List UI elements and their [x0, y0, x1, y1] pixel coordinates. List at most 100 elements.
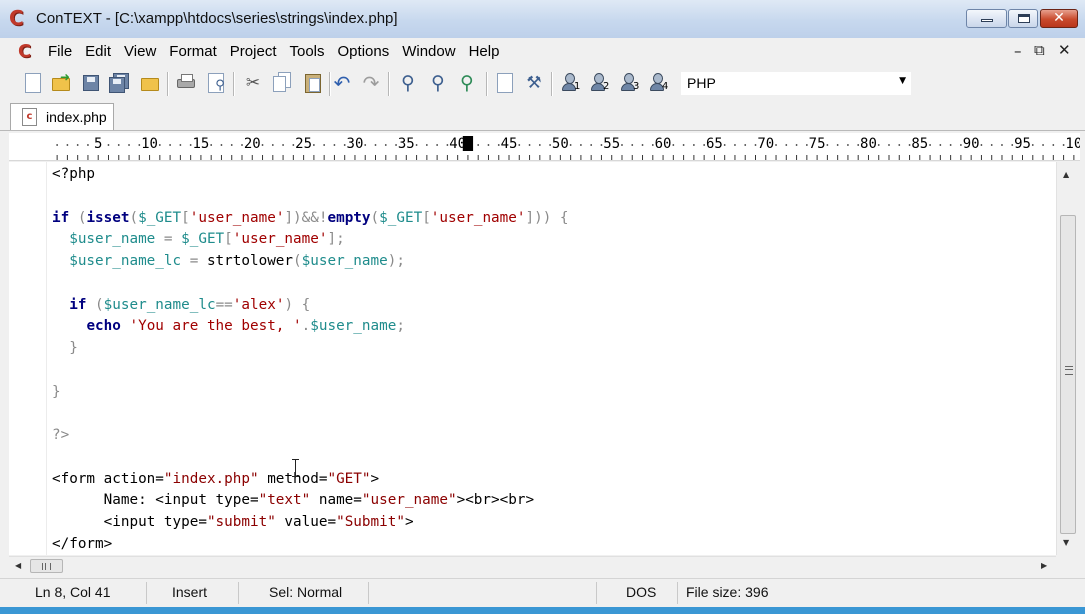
document-menu-icon[interactable]: C — [18, 41, 31, 62]
user-tool-3-icon[interactable]: 3 — [618, 72, 640, 94]
find-next-magnifier-glyph: ⚲ — [431, 72, 445, 94]
menu-file[interactable]: File — [47, 43, 73, 60]
code-line: </form> — [52, 535, 113, 552]
ruler-dot — [682, 144, 685, 146]
user-tool-2-icon[interactable]: 2 — [588, 72, 610, 94]
chevron-down-icon: ▼ — [899, 76, 906, 86]
tab-label: index.php — [46, 109, 107, 125]
save-all-icon[interactable] — [108, 72, 130, 94]
open-folder-icon[interactable] — [139, 72, 161, 94]
scroll-up-icon[interactable]: ▲ — [1063, 170, 1069, 179]
properties-page — [497, 73, 513, 93]
ruler-dot — [939, 144, 942, 146]
printer-shape — [177, 74, 195, 88]
minimize-button[interactable] — [966, 9, 1007, 28]
find-icon[interactable]: ⚲ — [397, 72, 419, 94]
close-button[interactable]: ✕ — [1040, 9, 1078, 28]
document-minimize-button[interactable]: – — [1014, 42, 1022, 60]
status-divider — [596, 582, 597, 604]
ruler-dot — [1042, 144, 1044, 146]
horizontal-scrollbar[interactable]: ◀ ▶ — [9, 556, 1056, 576]
menu-options[interactable]: Options — [337, 43, 391, 60]
maximize-button[interactable] — [1008, 9, 1038, 28]
replace-icon[interactable]: ⚲ — [456, 72, 478, 94]
copy-front-page — [273, 76, 286, 92]
ruler-dot — [775, 144, 777, 146]
find-next-icon[interactable]: ⚲ — [427, 72, 449, 94]
menu-help[interactable]: Help — [468, 43, 501, 60]
ruler-label: 10 — [141, 136, 158, 152]
ruler-dot — [549, 144, 551, 146]
code-text[interactable]: <?php if (isset($_GET['user_name'])&&!em… — [52, 164, 569, 555]
horizontal-scroll-thumb[interactable] — [30, 559, 63, 573]
ruler-dot — [415, 144, 418, 146]
cut-icon[interactable]: ✂ — [242, 72, 264, 94]
document-properties-icon[interactable] — [494, 72, 516, 94]
user-tool-number: 4 — [662, 81, 669, 92]
ruler-dot — [56, 144, 59, 146]
document-restore-button[interactable]: ⧉ — [1034, 41, 1045, 59]
code-line: $user_name_lc = strtolower($user_name); — [69, 253, 405, 269]
user-tool-1-icon[interactable]: 1 — [559, 72, 581, 94]
ruler-label: 40 — [449, 136, 466, 152]
scroll-left-icon[interactable]: ◀ — [15, 561, 21, 570]
user-tool-number: 3 — [633, 81, 640, 92]
php-file-icon: c — [22, 108, 37, 126]
language-select[interactable]: PHP ▼ — [680, 71, 912, 96]
ruler-dot — [323, 144, 326, 146]
print-preview-icon[interactable]: ⚲ — [205, 72, 227, 94]
save-icon[interactable] — [80, 72, 102, 94]
menu-window[interactable]: Window — [401, 43, 456, 60]
ruler-label: 60 — [655, 136, 672, 152]
code-editor[interactable]: <?php if (isset($_GET['user_name'])&&!em… — [9, 162, 1056, 555]
document-close-button[interactable]: ✕ — [1058, 41, 1071, 59]
ruler-dot — [138, 144, 141, 146]
print-icon[interactable] — [175, 72, 197, 94]
redo-icon[interactable]: ↷ — [360, 72, 382, 94]
status-bar: Ln 8, Col 41 Insert Sel: Normal DOS File… — [0, 578, 1085, 608]
ruler-dot — [1031, 144, 1034, 146]
menu-project[interactable]: Project — [229, 43, 278, 60]
scissors-glyph: ✂ — [245, 73, 261, 93]
ruler-dot — [651, 144, 654, 146]
toolbar-separator — [551, 72, 553, 96]
new-file-page — [25, 73, 41, 93]
ruler-dot — [87, 144, 89, 146]
undo-icon[interactable]: ↶ — [331, 72, 353, 94]
ruler-dot — [128, 144, 130, 146]
grip-icon — [1065, 366, 1073, 375]
copy-icon[interactable] — [272, 72, 294, 94]
user-shape: 4 — [649, 73, 669, 92]
menu-view[interactable]: View — [123, 43, 157, 60]
run-icon[interactable]: ⚒ — [523, 72, 545, 94]
ruler-dot — [518, 144, 521, 146]
toolbar-separator — [167, 72, 169, 96]
status-selection-mode: Sel: Normal — [269, 584, 343, 600]
ruler-dot — [395, 144, 397, 146]
vertical-scrollbar[interactable]: ▲ ▼ — [1056, 162, 1079, 555]
ruler-dot — [158, 144, 161, 146]
menu-tools[interactable]: Tools — [288, 43, 325, 60]
new-file-icon[interactable] — [22, 72, 44, 94]
ruler-label: 25 — [295, 136, 312, 152]
toolbar-separator — [486, 72, 488, 96]
paste-icon[interactable] — [302, 72, 324, 94]
scroll-down-icon[interactable]: ▼ — [1063, 538, 1069, 547]
scroll-right-icon[interactable]: ▶ — [1041, 561, 1047, 570]
tab-index-php[interactable]: c index.php — [10, 103, 114, 130]
ruler-dot — [580, 144, 582, 146]
user-tool-4-icon[interactable]: 4 — [647, 72, 669, 94]
ruler-dot — [805, 144, 808, 146]
ruler-dot — [528, 144, 531, 146]
ruler-label: 55 — [603, 136, 620, 152]
status-file-size: File size: 396 — [686, 584, 769, 600]
ruler-dot — [785, 144, 788, 146]
menu-edit[interactable]: Edit — [84, 43, 112, 60]
ruler-dot — [990, 144, 993, 146]
vertical-scroll-thumb[interactable] — [1060, 215, 1076, 534]
menu-format[interactable]: Format — [168, 43, 218, 60]
open-file-icon[interactable]: ➜ — [50, 70, 72, 94]
ruler-dot — [374, 144, 377, 146]
ruler-dot — [569, 144, 572, 146]
ruler-dot — [261, 144, 264, 146]
